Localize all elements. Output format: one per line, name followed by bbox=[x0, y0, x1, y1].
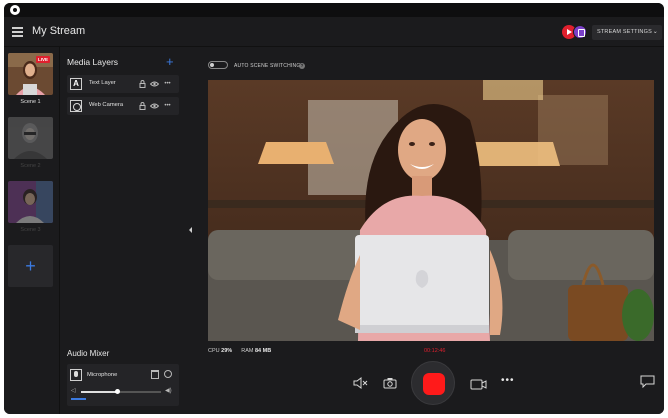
performance-stats: CPU 29% RAM 84 MB bbox=[208, 348, 271, 354]
scene-item-1[interactable]: LIVE Scene 1 bbox=[8, 53, 53, 105]
cpu-value: 29% bbox=[221, 348, 233, 354]
video-camera-icon[interactable] bbox=[470, 377, 487, 395]
volume-low-icon: ◁ bbox=[71, 388, 76, 394]
audio-source-microphone: Microphone ◁ ◀) bbox=[67, 364, 179, 406]
app-logo-icon bbox=[10, 5, 20, 15]
more-options-icon[interactable]: ••• bbox=[501, 376, 515, 386]
scene-thumbnail: LIVE bbox=[8, 53, 53, 95]
twitch-icon[interactable] bbox=[573, 25, 587, 39]
live-badge: LIVE bbox=[35, 56, 50, 63]
stream-timer: 00:12:46 bbox=[424, 348, 446, 354]
lock-icon[interactable] bbox=[138, 101, 147, 111]
auto-scene-switching-toggle[interactable] bbox=[208, 61, 228, 69]
media-layers-title: Media Layers bbox=[67, 57, 119, 67]
text-icon: A bbox=[70, 78, 82, 90]
scene-thumbnail bbox=[8, 117, 53, 159]
help-icon[interactable]: ? bbox=[299, 63, 305, 69]
eye-icon[interactable] bbox=[150, 79, 159, 89]
ram-label: RAM bbox=[241, 348, 254, 354]
scenes-sidebar: LIVE Scene 1 Scene 2 Scene 3 + bbox=[4, 47, 60, 414]
add-layer-button[interactable]: + bbox=[166, 54, 174, 69]
main-stage: AUTO SCENE SWITCHING ? CPU 29% RAM 84 MB… bbox=[196, 47, 664, 414]
record-stop-icon bbox=[423, 373, 445, 395]
cpu-label: CPU bbox=[208, 348, 220, 354]
audio-source-name: Microphone bbox=[87, 372, 118, 378]
snapshot-camera-icon[interactable] bbox=[383, 376, 397, 394]
title-strip bbox=[4, 3, 664, 17]
volume-slider[interactable] bbox=[81, 389, 161, 394]
scene-item-3[interactable]: Scene 3 bbox=[8, 181, 53, 233]
lock-icon[interactable] bbox=[138, 79, 147, 89]
add-scene-button[interactable]: + bbox=[8, 245, 53, 287]
volume-slider-fill bbox=[81, 391, 117, 393]
media-panel: Media Layers + A Text Layer ••• Web Came… bbox=[61, 47, 191, 414]
more-options-icon[interactable]: ••• bbox=[163, 101, 172, 111]
ram-value: 84 MB bbox=[255, 348, 272, 354]
audio-level-meter bbox=[71, 398, 86, 400]
chat-icon[interactable] bbox=[640, 375, 655, 393]
auto-scene-switching-label: AUTO SCENE SWITCHING bbox=[234, 63, 301, 69]
scene-label: Scene 1 bbox=[20, 99, 41, 105]
volume-high-icon: ◀) bbox=[165, 388, 172, 394]
microphone-icon bbox=[70, 369, 82, 381]
gear-icon[interactable] bbox=[164, 370, 172, 378]
stream-settings-label: STREAM SETTINGS bbox=[597, 29, 652, 35]
scene-label: Scene 3 bbox=[20, 227, 41, 233]
camera-icon bbox=[70, 100, 82, 112]
scene-thumbnail bbox=[8, 181, 53, 223]
stream-title: My Stream bbox=[32, 25, 86, 37]
layer-item-webcam[interactable]: Web Camera ••• bbox=[67, 97, 179, 115]
more-options-icon[interactable]: ••• bbox=[163, 79, 172, 89]
record-button[interactable] bbox=[411, 361, 455, 405]
eye-icon[interactable] bbox=[150, 101, 159, 111]
collapse-panel-icon[interactable] bbox=[189, 227, 192, 233]
stream-preview bbox=[208, 80, 654, 341]
chevron-down-icon: ⌄ bbox=[652, 29, 658, 35]
mute-audio-icon[interactable] bbox=[353, 376, 369, 394]
layer-name: Web Camera bbox=[89, 102, 124, 108]
layer-item-text[interactable]: A Text Layer ••• bbox=[67, 75, 179, 93]
scene-label: Scene 2 bbox=[20, 163, 41, 169]
app-window: My Stream STREAM SETTINGS ⌄ LIVE Scene 1 bbox=[4, 3, 664, 414]
volume-slider-handle[interactable] bbox=[114, 389, 120, 394]
app-header: My Stream STREAM SETTINGS ⌄ bbox=[4, 17, 664, 47]
trash-icon[interactable] bbox=[151, 370, 159, 379]
stream-settings-button[interactable]: STREAM SETTINGS ⌄ bbox=[592, 25, 662, 40]
scene-item-2[interactable]: Scene 2 bbox=[8, 117, 53, 169]
audio-mixer-title: Audio Mixer bbox=[67, 349, 110, 358]
plus-icon: + bbox=[25, 256, 36, 276]
hamburger-menu-icon[interactable] bbox=[12, 27, 23, 37]
layer-name: Text Layer bbox=[89, 80, 116, 86]
